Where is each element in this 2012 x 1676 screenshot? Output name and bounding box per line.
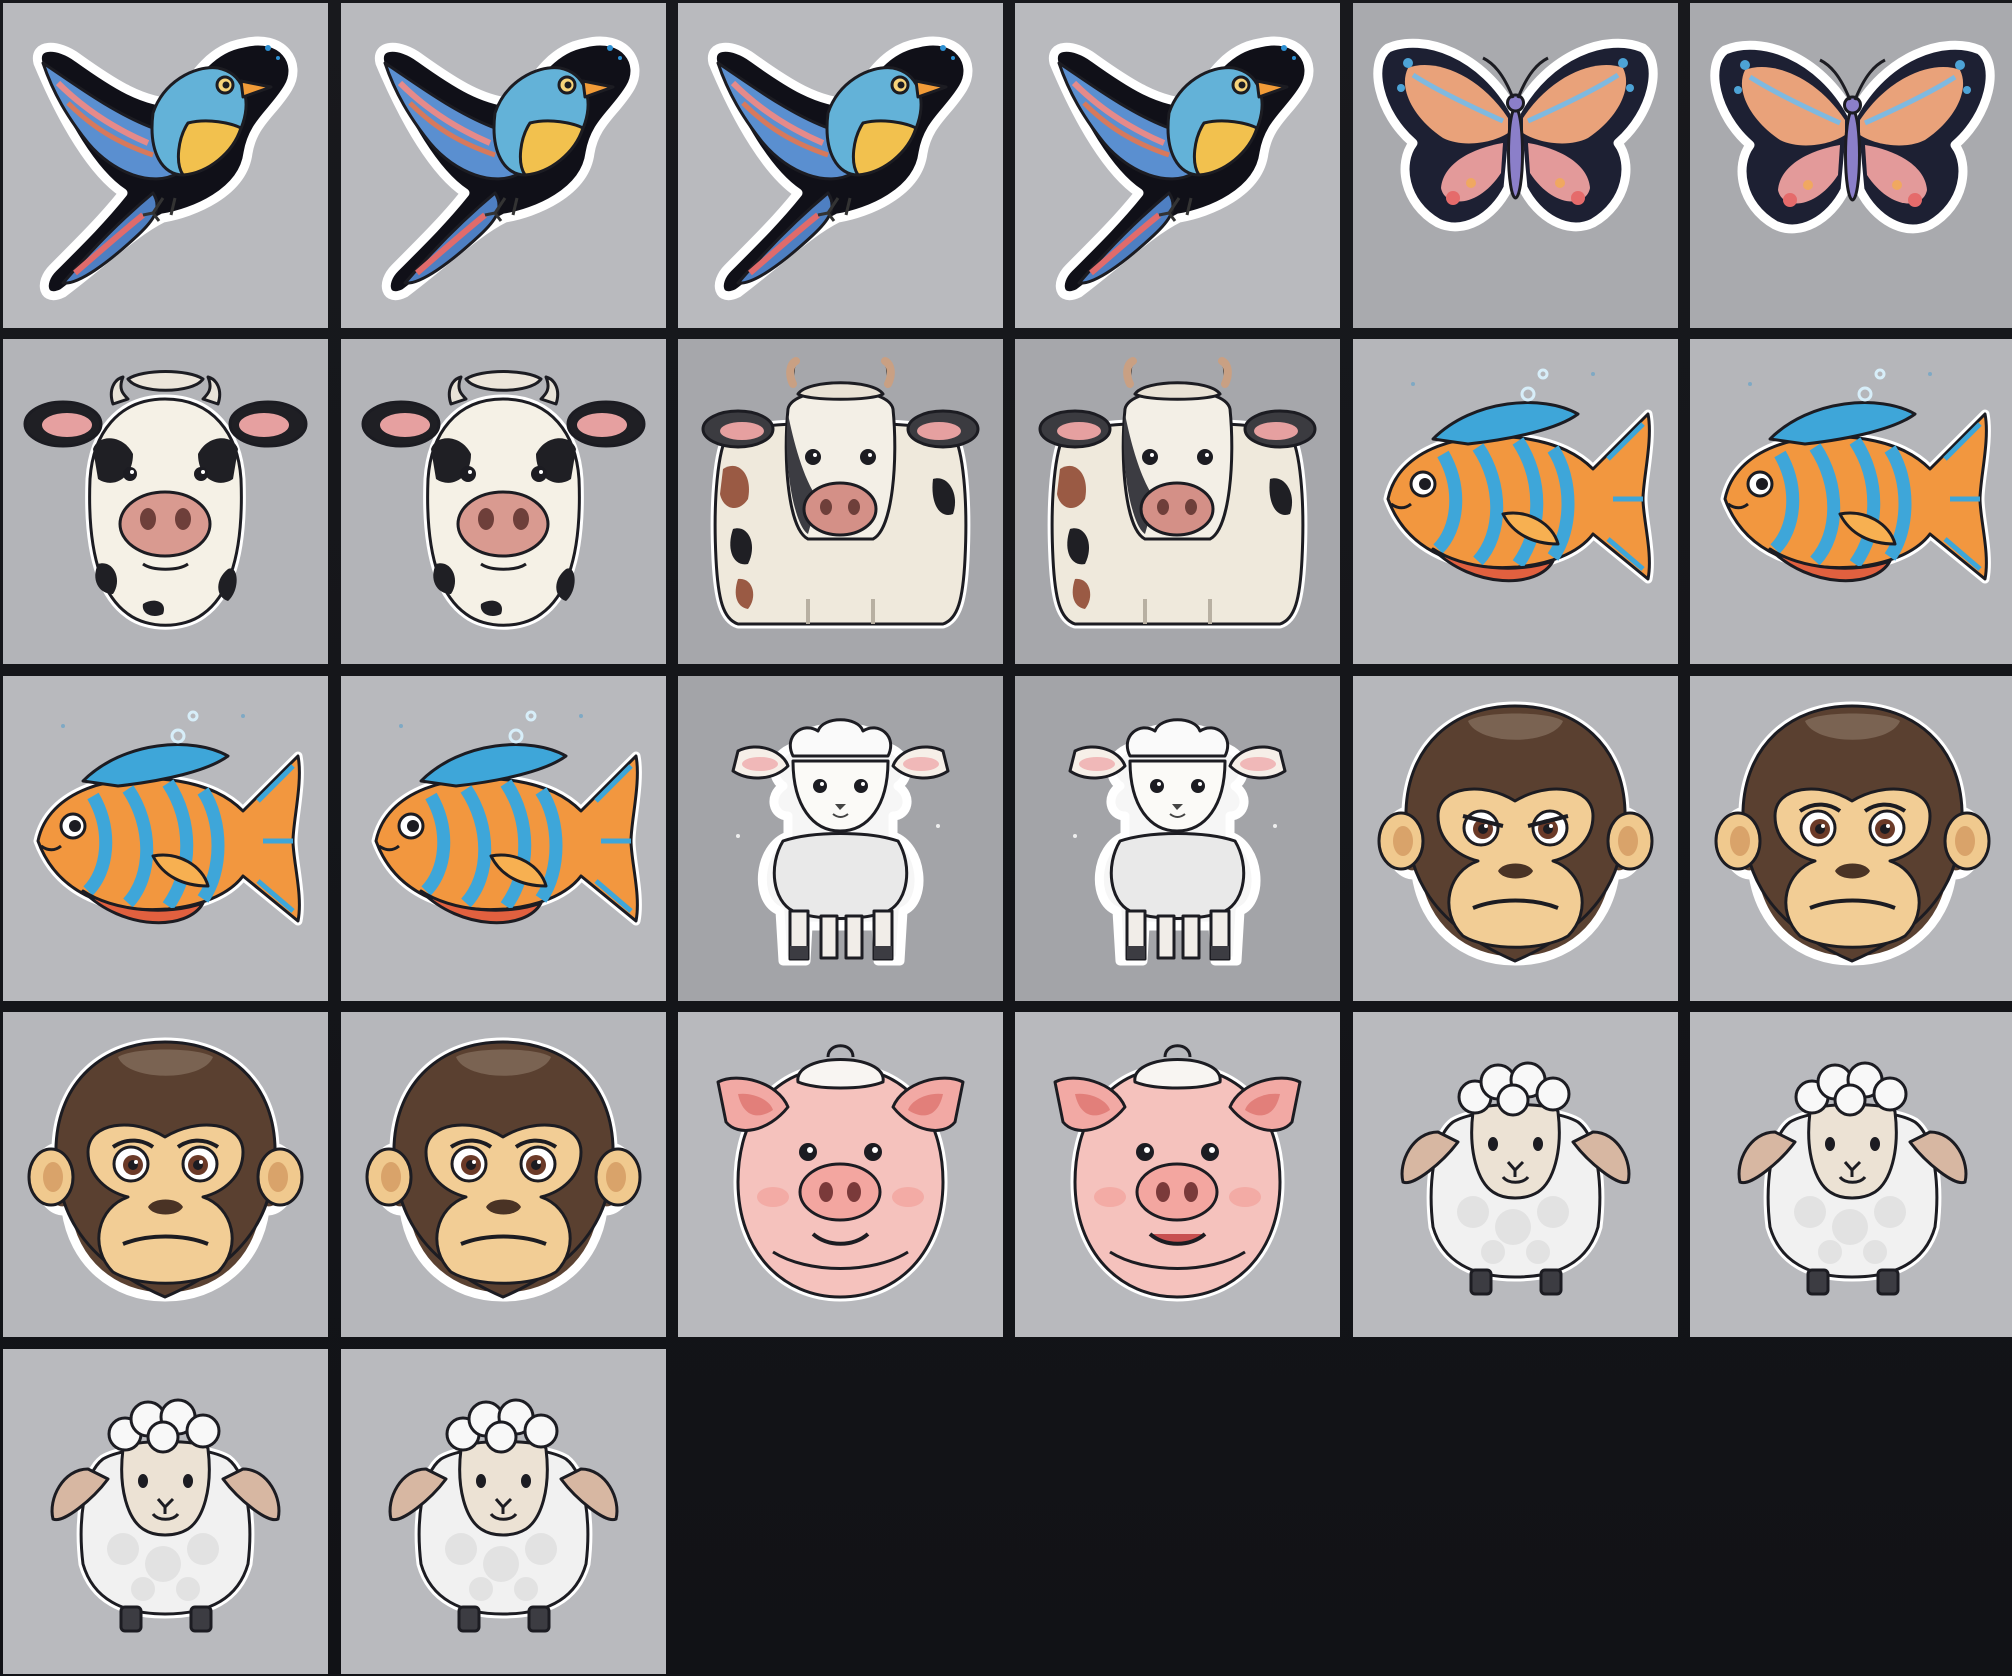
grid-tile-lamb[interactable] [678,676,1003,1001]
grid-tile-bird[interactable] [3,3,328,328]
monkey-face-sticker-icon [1714,701,1991,966]
grid-tile-sheep[interactable] [3,1349,328,1674]
grid-tile-butterfly[interactable] [1353,3,1678,328]
sheep-sticker-icon [388,1398,619,1633]
grid-tile-sheep[interactable] [341,1349,666,1674]
sheep-sticker-icon [1400,1061,1631,1296]
monkey-face-sticker-icon [365,1037,642,1302]
fish-sticker-icon [1383,368,1654,584]
grid-tile-cow[interactable] [678,339,1003,664]
grid-tile-monkey[interactable] [3,1012,328,1337]
grid-tile-pig[interactable] [678,1012,1003,1337]
cow-head-sticker-icon [361,370,646,630]
monkey-face-sticker-icon [1377,701,1654,966]
grid-tile-bird[interactable] [1015,3,1340,328]
sheep-sticker-icon [50,1398,281,1633]
grid-tile-fish[interactable] [341,676,666,1001]
bird-sticker-icon [374,36,640,301]
grid-tile-lamb[interactable] [1015,676,1340,1001]
butterfly-sticker-icon [1710,40,1995,234]
grid-tile-sheep[interactable] [1353,1012,1678,1337]
bird-sticker-icon [1048,36,1314,301]
grid-tile-fish[interactable] [1353,339,1678,664]
grid-tile-cow[interactable] [3,339,328,664]
pig-face-sticker-icon [716,1044,965,1302]
grid-tile-monkey[interactable] [341,1012,666,1337]
cow-body-sticker-icon [701,357,980,629]
lamb-sticker-icon [731,718,950,966]
grid-tile-fish[interactable] [1690,339,2012,664]
monkey-face-sticker-icon [27,1037,304,1302]
grid-tile-cow[interactable] [1015,339,1340,664]
fish-sticker-icon [1720,368,1991,584]
grid-tile-fish[interactable] [3,676,328,1001]
cow-body-sticker-icon [1038,357,1317,629]
grid-tile-sheep[interactable] [1690,1012,2012,1337]
grid-tile-monkey[interactable] [1690,676,2012,1001]
pig-face-sticker-icon [1053,1044,1302,1302]
sheep-sticker-icon [1737,1061,1968,1296]
image-grid [0,0,2012,1676]
grid-tile-bird[interactable] [678,3,1003,328]
bird-sticker-icon [707,36,973,301]
grid-tile-bird[interactable] [341,3,666,328]
lamb-sticker-icon [1068,718,1287,966]
grid-tile-pig[interactable] [1015,1012,1340,1337]
fish-sticker-icon [371,710,642,926]
butterfly-sticker-icon [1373,38,1658,232]
fish-sticker-icon [33,710,304,926]
cow-head-sticker-icon [23,370,308,630]
grid-tile-cow[interactable] [341,339,666,664]
grid-tile-butterfly[interactable] [1690,3,2012,328]
bird-sticker-icon [32,36,298,301]
grid-tile-monkey[interactable] [1353,676,1678,1001]
